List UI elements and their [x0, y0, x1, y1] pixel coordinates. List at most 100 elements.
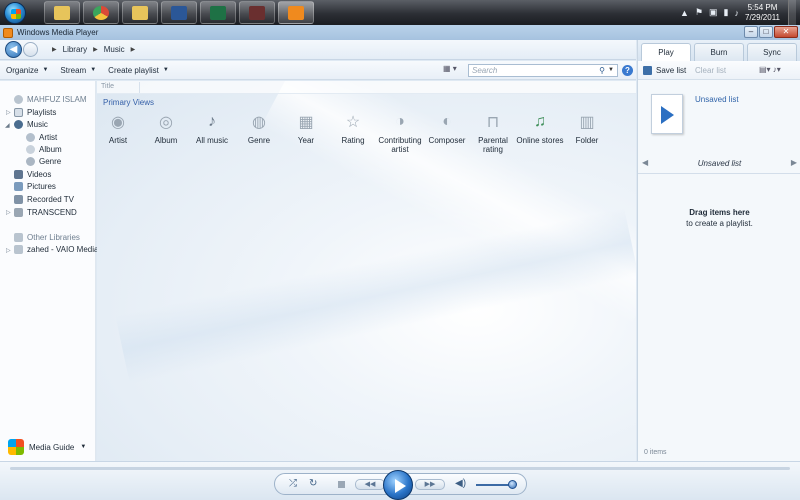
- tab-burn[interactable]: Burn: [694, 43, 744, 61]
- chrome-icon: [93, 5, 109, 20]
- stop-button[interactable]: [338, 481, 345, 488]
- taskbar-app[interactable]: [239, 1, 275, 24]
- previous-button[interactable]: ◀◀: [355, 479, 385, 490]
- column-divider[interactable]: [139, 82, 140, 93]
- next-button[interactable]: ▶▶: [415, 479, 445, 490]
- breadcrumb-library[interactable]: Library: [63, 45, 87, 54]
- taskbar-explorer2[interactable]: [122, 1, 158, 24]
- view-folder[interactable]: ▥ Folder: [562, 111, 612, 145]
- expand-triangle-icon[interactable]: ▷: [6, 109, 11, 116]
- back-button[interactable]: ◀: [5, 41, 22, 58]
- sidebar-item-pictures[interactable]: Pictures: [14, 182, 56, 191]
- sidebar-item-playlists[interactable]: Playlists: [14, 108, 56, 117]
- composer-icon: ◐: [442, 113, 452, 130]
- chevron-down-icon: ▼: [80, 444, 87, 450]
- organize-label: Organize: [6, 65, 39, 75]
- background-decoration: [115, 207, 636, 385]
- sidebar-item-transcend[interactable]: TRANSCEND: [14, 208, 77, 217]
- volume-knob[interactable]: [508, 480, 517, 489]
- view-rating[interactable]: ☆ Rating: [328, 111, 378, 145]
- create-playlist-menu[interactable]: Create playlist ▼: [108, 66, 169, 75]
- view-artist[interactable]: ◉ Artist: [97, 111, 143, 145]
- library-content: Title Primary Views ◉ Artist ◎ Album ♪ All …: [97, 81, 636, 461]
- help-icon[interactable]: ?: [622, 65, 633, 76]
- search-placeholder: Search: [472, 66, 498, 75]
- sidebar-item-label: Playlists: [27, 108, 57, 117]
- view-label: Year: [297, 136, 315, 145]
- collapse-triangle-icon[interactable]: ◢: [5, 122, 10, 129]
- taskbar-media-player[interactable]: [278, 1, 314, 24]
- media-player-icon: [288, 5, 304, 20]
- items-count: 0 items: [644, 449, 667, 456]
- unsaved-list-link[interactable]: Unsaved list: [695, 95, 739, 104]
- search-icon[interactable]: ⚲: [599, 65, 605, 76]
- genre-icon: [26, 157, 35, 166]
- list-pane-tabs: Play Burn Sync: [638, 40, 800, 61]
- sidebar-item-recorded-tv[interactable]: Recorded TV: [14, 195, 74, 204]
- view-online-stores[interactable]: ♫ Online stores: [515, 111, 565, 145]
- media-guide-button[interactable]: Media Guide ▼: [8, 439, 86, 455]
- maximize-button[interactable]: □: [759, 26, 773, 38]
- close-button[interactable]: ✕: [774, 26, 798, 38]
- start-button[interactable]: [4, 1, 26, 24]
- breadcrumb-music[interactable]: Music: [104, 45, 125, 54]
- volume-icon[interactable]: ♪: [735, 8, 740, 18]
- taskbar-word[interactable]: [161, 1, 197, 24]
- search-input[interactable]: Search ⚲ ▼: [468, 64, 618, 77]
- sidebar-item-genre[interactable]: Genre: [26, 157, 61, 166]
- save-list-button[interactable]: Save list: [643, 66, 686, 75]
- stream-menu[interactable]: Stream ▼: [60, 66, 96, 75]
- view-label: Online stores: [516, 136, 564, 145]
- repeat-icon[interactable]: ↻: [309, 478, 317, 489]
- column-title[interactable]: Title: [101, 83, 114, 90]
- lock-icon: ⊓: [486, 114, 500, 131]
- clear-list-button[interactable]: Clear list: [695, 66, 726, 75]
- section-title: Primary Views: [103, 98, 154, 107]
- chevron-down-icon[interactable]: ▼: [608, 65, 614, 76]
- show-hidden-icons[interactable]: ▲: [680, 8, 689, 18]
- device-icon[interactable]: ▣: [709, 7, 718, 18]
- forward-button[interactable]: [23, 42, 38, 57]
- sidebar-item-label: Pictures: [27, 182, 56, 191]
- taskbar-excel[interactable]: [200, 1, 236, 24]
- taskbar-explorer[interactable]: [44, 1, 80, 24]
- view-all-music[interactable]: ♪ All music: [187, 111, 237, 145]
- mute-icon[interactable]: ◀): [455, 478, 466, 489]
- tab-sync[interactable]: Sync: [747, 43, 797, 61]
- music-icon: [14, 120, 23, 129]
- view-composer[interactable]: ◐ Composer: [422, 111, 472, 145]
- sidebar-item-music[interactable]: Music: [14, 120, 48, 129]
- sidebar-item-album[interactable]: Album: [26, 145, 62, 154]
- shuffle-icon[interactable]: ⤮: [289, 478, 297, 489]
- view-label: Genre: [247, 136, 271, 145]
- list-options-button[interactable]: ▤▾ ♪▾: [759, 65, 781, 74]
- tab-play[interactable]: Play: [641, 43, 691, 61]
- sidebar-item-videos[interactable]: Videos: [14, 170, 51, 179]
- drag-hint-subtitle: to create a playlist.: [686, 219, 753, 228]
- view-genre[interactable]: ◍ Genre: [234, 111, 284, 145]
- stream-label: Stream: [60, 65, 87, 75]
- play-button[interactable]: [383, 470, 413, 500]
- next-list-arrow-icon[interactable]: ▶: [791, 158, 797, 167]
- minimize-button[interactable]: –: [744, 26, 758, 38]
- view-album[interactable]: ◎ Album: [141, 111, 191, 145]
- sidebar-item-user[interactable]: MAHFUZ ISLAM: [14, 95, 87, 104]
- taskbar-chrome[interactable]: [83, 1, 119, 24]
- sidebar-item-label: Recorded TV: [27, 195, 74, 204]
- view-parental-rating[interactable]: ⊓ Parental rating: [468, 111, 518, 154]
- show-desktop-button[interactable]: [788, 0, 796, 25]
- view-year[interactable]: ▦ Year: [281, 111, 331, 145]
- sidebar-item-other-libraries[interactable]: Other Libraries: [14, 233, 80, 242]
- organize-menu[interactable]: Organize ▼: [6, 66, 48, 75]
- expand-triangle-icon[interactable]: ▷: [6, 247, 11, 254]
- view-options-button[interactable]: ▦ ▾: [443, 64, 465, 76]
- video-icon: [14, 170, 23, 179]
- windows-logo-icon: [11, 8, 21, 19]
- sidebar-item-remote-library[interactable]: zahed - VAIO Media: [14, 245, 98, 254]
- sidebar-item-artist[interactable]: Artist: [26, 133, 57, 142]
- clock[interactable]: 5:54 PM 7/29/2011: [745, 3, 780, 23]
- network-icon[interactable]: ▮: [724, 7, 729, 18]
- flag-icon[interactable]: ⚑: [695, 7, 703, 18]
- view-contributing-artist[interactable]: ◑ Contributing artist: [375, 111, 425, 154]
- expand-triangle-icon[interactable]: ▷: [6, 209, 11, 216]
